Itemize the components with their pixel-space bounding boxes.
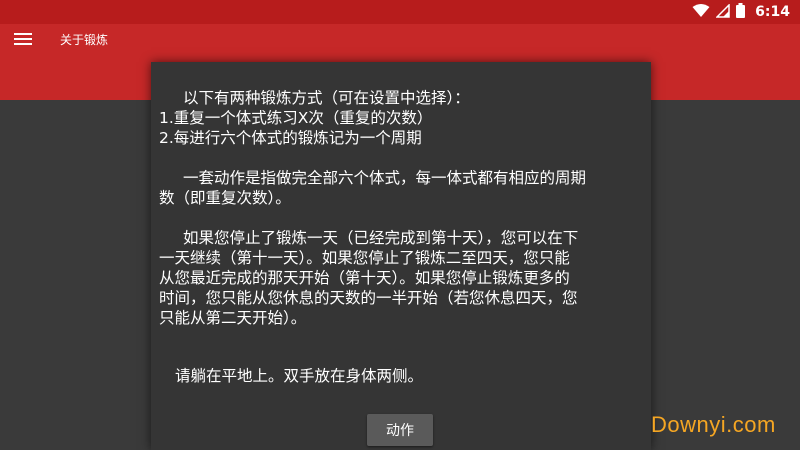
about-exercise-dialog: 以下有两种锻炼方式（可在设置中选择）： 1.重复一个体式练习X次（重复的次数） … xyxy=(151,62,651,450)
option-2-line: 2.每进行六个体式的锻炼记为一个周期 xyxy=(159,129,422,147)
resume-rule-line-3: 从您最近完成的那天开始（第十天）。如果您停止锻炼更多的 xyxy=(159,269,570,287)
set-definition-line-2: 数（即重复次数）。 xyxy=(159,189,291,207)
app-bar: 关于锻炼 xyxy=(0,24,800,56)
status-icons: 6:14 xyxy=(692,2,790,22)
resume-rule-line-1: 如果您停止了锻炼一天（已经完成到第十天），您可以在下 xyxy=(183,229,579,247)
status-time: 6:14 xyxy=(755,4,790,20)
dialog-content[interactable]: 以下有两种锻炼方式（可在设置中选择）： 1.重复一个体式练习X次（重复的次数） … xyxy=(159,62,645,386)
wifi-icon xyxy=(692,3,710,22)
hamburger-menu-icon xyxy=(14,31,32,50)
battery-icon xyxy=(736,2,746,22)
option-1-line: 1.重复一个体式练习X次（重复的次数） xyxy=(159,109,433,127)
resume-rule-line-5: 只能从第二天开始）。 xyxy=(159,309,307,327)
set-definition-line-1: 一套动作是指做完全部六个体式，每一体式都有相应的周期 xyxy=(183,169,587,187)
resume-rule-line-4: 时间，您只能从您休息的天数的一半开始（若您休息四天，您 xyxy=(159,289,578,307)
intro-line: 以下有两种锻炼方式（可在设置中选择）： xyxy=(183,89,470,107)
menu-button[interactable] xyxy=(12,30,34,50)
status-bar: 6:14 xyxy=(0,0,800,24)
signal-icon xyxy=(715,2,730,22)
action-button[interactable]: 动作 xyxy=(367,414,433,446)
resume-rule-line-2: 一天继续（第十一天）。如果您停止了锻炼二至四天，您只能 xyxy=(159,249,570,267)
instruction-line: 请躺在平地上。双手放在身体两侧。 xyxy=(175,367,424,385)
app-title: 关于锻炼 xyxy=(60,33,109,47)
site-watermark: Downyi.com xyxy=(651,412,776,437)
